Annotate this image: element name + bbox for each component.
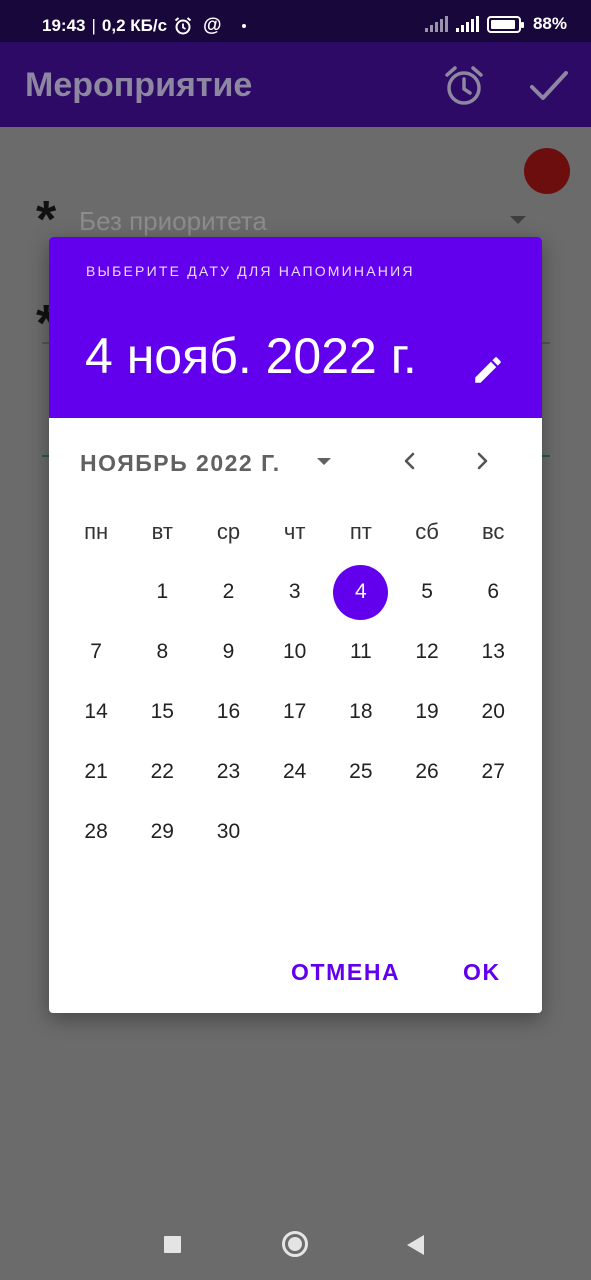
calendar-week: 14 15 16 17 18 19 20 — [63, 682, 527, 742]
alarm-icon[interactable] — [442, 64, 486, 108]
calendar-day[interactable]: 9 — [195, 624, 261, 680]
notification-dot — [241, 24, 246, 28]
calendar-day-empty — [460, 804, 526, 860]
calendar-day[interactable]: 28 — [63, 804, 129, 860]
cancel-button[interactable]: ОТМЕНА — [291, 959, 400, 986]
calendar-day[interactable]: 10 — [262, 624, 328, 680]
battery-percent: 88% — [532, 14, 567, 33]
status-divider: | — [91, 16, 96, 35]
ok-button[interactable]: OK — [463, 959, 501, 986]
calendar-day[interactable]: 16 — [195, 684, 261, 740]
month-year-selector[interactable]: НОЯБРЬ 2022 Г. — [80, 450, 281, 477]
calendar-week: 7 8 9 10 11 12 13 — [63, 622, 527, 682]
weekday-header-row: пн вт ср чт пт сб вс — [63, 502, 527, 562]
month-navigation: НОЯБРЬ 2022 Г. — [49, 418, 542, 502]
calendar-day[interactable]: 26 — [394, 744, 460, 800]
selected-date: 4 нояб. 2022 г. — [85, 328, 417, 384]
calendar-day[interactable]: 3 — [262, 564, 328, 620]
status-left: 19:43 | 0,2 КБ/с @ — [42, 15, 246, 37]
calendar-day[interactable]: 23 — [195, 744, 261, 800]
calendar-day-selected[interactable]: 4 — [328, 564, 394, 620]
date-picker-dialog: ВЫБЕРИТЕ ДАТУ ДЛЯ НАПОМИНАНИЯ 4 нояб. 20… — [49, 237, 542, 1013]
calendar-day[interactable]: 5 — [394, 564, 460, 620]
calendar-day[interactable]: 7 — [63, 624, 129, 680]
calendar-day[interactable]: 18 — [328, 684, 394, 740]
calendar-day-empty — [63, 564, 129, 620]
network-speed: 0,2 КБ/с — [101, 16, 168, 35]
calendar-day[interactable]: 30 — [195, 804, 261, 860]
back-icon[interactable] — [407, 1235, 424, 1255]
calendar-day[interactable]: 11 — [328, 624, 394, 680]
app-title: Мероприятие — [25, 66, 253, 104]
status-time: 19:43 — [42, 16, 86, 35]
calendar-day[interactable]: 8 — [129, 624, 195, 680]
calendar-day-empty — [328, 804, 394, 860]
system-nav-bar — [0, 1205, 591, 1280]
calendar-week: 1 2 3 4 5 6 — [63, 562, 527, 622]
weekday-label: чт — [283, 519, 306, 544]
calendar-day[interactable]: 25 — [328, 744, 394, 800]
alarm-icon — [174, 17, 192, 35]
calendar-day[interactable]: 17 — [262, 684, 328, 740]
battery-icon — [486, 15, 524, 33]
calendar-day-empty — [262, 804, 328, 860]
calendar-day[interactable]: 29 — [129, 804, 195, 860]
recents-icon[interactable] — [164, 1236, 181, 1253]
calendar-day[interactable]: 15 — [129, 684, 195, 740]
weekday-label: пт — [349, 519, 372, 544]
calendar-day[interactable]: 21 — [63, 744, 129, 800]
calendar-day[interactable]: 1 — [129, 564, 195, 620]
chevron-down-icon[interactable] — [317, 458, 331, 465]
check-icon[interactable] — [529, 68, 569, 104]
calendar-week: 21 22 23 24 25 26 27 — [63, 742, 527, 802]
dialog-actions: ОТМЕНА OK — [49, 937, 542, 1013]
calendar-day[interactable]: 6 — [460, 564, 526, 620]
calendar-day-empty — [394, 804, 460, 860]
chevron-right-icon[interactable] — [467, 446, 497, 476]
signal-icon — [455, 16, 479, 32]
dialog-header: ВЫБЕРИТЕ ДАТУ ДЛЯ НАПОМИНАНИЯ 4 нояб. 20… — [49, 237, 542, 418]
color-indicator — [524, 148, 570, 194]
priority-dropdown: Без приоритета — [79, 206, 267, 236]
calendar-day[interactable]: 24 — [262, 744, 328, 800]
calendar-grid: пн вт ср чт пт сб вс 1 2 3 4 5 6 7 8 9 1… — [63, 502, 527, 862]
at-icon: @ — [203, 15, 222, 36]
chevron-left-icon[interactable] — [395, 446, 425, 476]
weekday-label: пн — [84, 519, 109, 544]
edit-icon[interactable] — [471, 353, 505, 387]
app-bar: Мероприятие — [0, 42, 591, 127]
weekday-label: сб — [415, 519, 439, 544]
dialog-caption: ВЫБЕРИТЕ ДАТУ ДЛЯ НАПОМИНАНИЯ — [86, 263, 415, 279]
calendar-day[interactable]: 13 — [460, 624, 526, 680]
calendar-day[interactable]: 20 — [460, 684, 526, 740]
signal-icon — [424, 16, 448, 32]
status-bar: 19:43 | 0,2 КБ/с @ 88% — [0, 0, 591, 42]
calendar-day[interactable]: 2 — [195, 564, 261, 620]
calendar-day[interactable]: 27 — [460, 744, 526, 800]
calendar-day[interactable]: 22 — [129, 744, 195, 800]
dropdown-caret-icon — [510, 216, 526, 224]
calendar-day[interactable]: 19 — [394, 684, 460, 740]
weekday-label: ср — [216, 519, 241, 544]
home-icon[interactable] — [282, 1231, 308, 1257]
weekday-label: вс — [481, 519, 505, 544]
calendar-day[interactable]: 14 — [63, 684, 129, 740]
calendar-week: 28 29 30 — [63, 802, 527, 862]
weekday-label: вт — [151, 519, 173, 544]
status-right: 88% — [424, 14, 567, 34]
calendar-day[interactable]: 12 — [394, 624, 460, 680]
